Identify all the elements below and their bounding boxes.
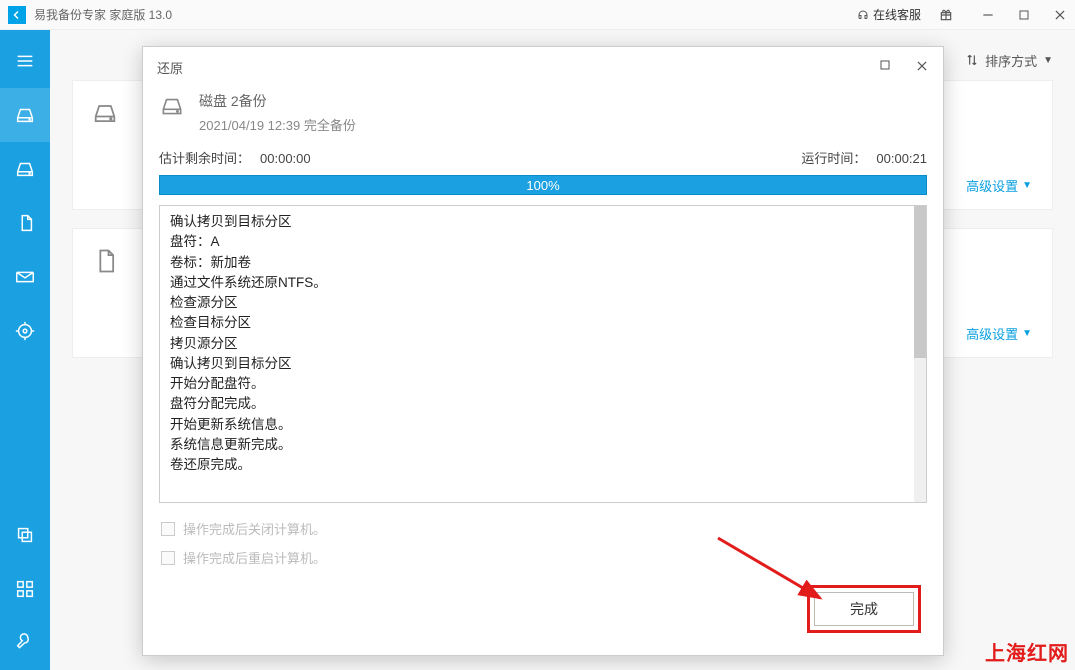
gift-icon[interactable]: [939, 8, 953, 22]
app-logo-icon: [8, 6, 26, 24]
file-icon: [91, 247, 119, 275]
sidebar: [0, 30, 50, 670]
advanced-settings-link[interactable]: 高级设置▼: [966, 324, 1032, 343]
shutdown-option-label: 操作完成后关闭计算机。: [183, 519, 326, 538]
log-line: 拷贝源分区: [170, 334, 916, 354]
headset-icon: [857, 9, 869, 21]
sidebar-item-mail[interactable]: [0, 250, 50, 304]
log-line: 盘符：A: [170, 232, 916, 252]
log-line: 通过文件系统还原NTFS。: [170, 273, 916, 293]
finish-button-highlight: 完成: [807, 585, 921, 633]
online-support-label: 在线客服: [873, 6, 921, 23]
progress-text: 100%: [526, 178, 559, 193]
dialog-header: 磁盘 2备份 2021/04/19 12:39 完全备份: [143, 87, 943, 148]
restart-option[interactable]: 操作完成后重启计算机。: [161, 548, 925, 567]
dialog-titlebar: 还原: [143, 47, 943, 87]
dialog-close-button[interactable]: [915, 59, 929, 76]
log-line: 确认拷贝到目标分区: [170, 212, 916, 232]
sidebar-item-system[interactable]: [0, 142, 50, 196]
log-line: 卷还原完成。: [170, 455, 916, 475]
disk-icon: [91, 99, 119, 127]
close-button[interactable]: [1053, 8, 1067, 22]
progress-bar: 100%: [159, 175, 927, 195]
run-time-value: 00:00:21: [876, 151, 927, 166]
est-time-value: 00:00:00: [260, 151, 311, 166]
run-time-label: 运行时间：: [801, 151, 866, 166]
time-row: 估计剩余时间： 00:00:00 运行时间： 00:00:21: [159, 148, 927, 167]
checkbox[interactable]: [161, 551, 175, 565]
advanced-settings-link[interactable]: 高级设置▼: [966, 176, 1032, 195]
dialog-maximize-button[interactable]: [879, 59, 891, 76]
backup-subtitle: 2021/04/19 12:39 完全备份: [199, 115, 356, 134]
restore-dialog: 还原 磁盘 2备份 2021/04/19 12:39 完全备份 估计剩余时间： 0…: [142, 46, 944, 656]
sidebar-item-disk[interactable]: [0, 88, 50, 142]
chevron-down-icon: ▼: [1043, 55, 1053, 66]
watermark: 上海红网: [985, 637, 1069, 666]
sidebar-item-tools[interactable]: [0, 562, 50, 616]
chevron-down-icon: ▼: [1022, 328, 1032, 339]
log-line: 开始分配盘符。: [170, 374, 916, 394]
titlebar: 易我备份专家 家庭版 13.0 在线客服: [0, 0, 1075, 30]
shutdown-option[interactable]: 操作完成后关闭计算机。: [161, 519, 925, 538]
online-support-link[interactable]: 在线客服: [857, 6, 921, 23]
log-line: 开始更新系统信息。: [170, 415, 916, 435]
sidebar-item-file[interactable]: [0, 196, 50, 250]
est-time-label: 估计剩余时间：: [159, 151, 250, 166]
scrollbar-thumb[interactable]: [914, 206, 926, 358]
sort-label: 排序方式: [985, 51, 1037, 70]
finish-button[interactable]: 完成: [814, 592, 914, 626]
log-line: 检查目标分区: [170, 313, 916, 333]
restart-option-label: 操作完成后重启计算机。: [183, 548, 326, 567]
disk-icon: [159, 93, 185, 119]
sort-icon: [965, 53, 979, 67]
backup-name: 磁盘 2备份: [199, 91, 356, 111]
app-title: 易我备份专家 家庭版 13.0: [34, 6, 172, 23]
chevron-down-icon: ▼: [1022, 180, 1032, 191]
log-line: 系统信息更新完成。: [170, 435, 916, 455]
sidebar-item-target[interactable]: [0, 304, 50, 358]
checkbox[interactable]: [161, 522, 175, 536]
log-line: 卷标：新加卷: [170, 253, 916, 273]
log-line: 盘符分配完成。: [170, 394, 916, 414]
sidebar-item-clone[interactable]: [0, 508, 50, 562]
dialog-title: 还原: [157, 58, 183, 77]
log-line: 检查源分区: [170, 293, 916, 313]
log-line: 确认拷贝到目标分区: [170, 354, 916, 374]
sort-button[interactable]: 排序方式 ▼: [965, 51, 1053, 70]
sidebar-menu-button[interactable]: [0, 34, 50, 88]
maximize-button[interactable]: [1017, 8, 1031, 22]
sidebar-item-settings[interactable]: [0, 616, 50, 670]
minimize-button[interactable]: [981, 8, 995, 22]
log-output: 确认拷贝到目标分区盘符：A卷标：新加卷通过文件系统还原NTFS。检查源分区检查目…: [159, 205, 927, 503]
